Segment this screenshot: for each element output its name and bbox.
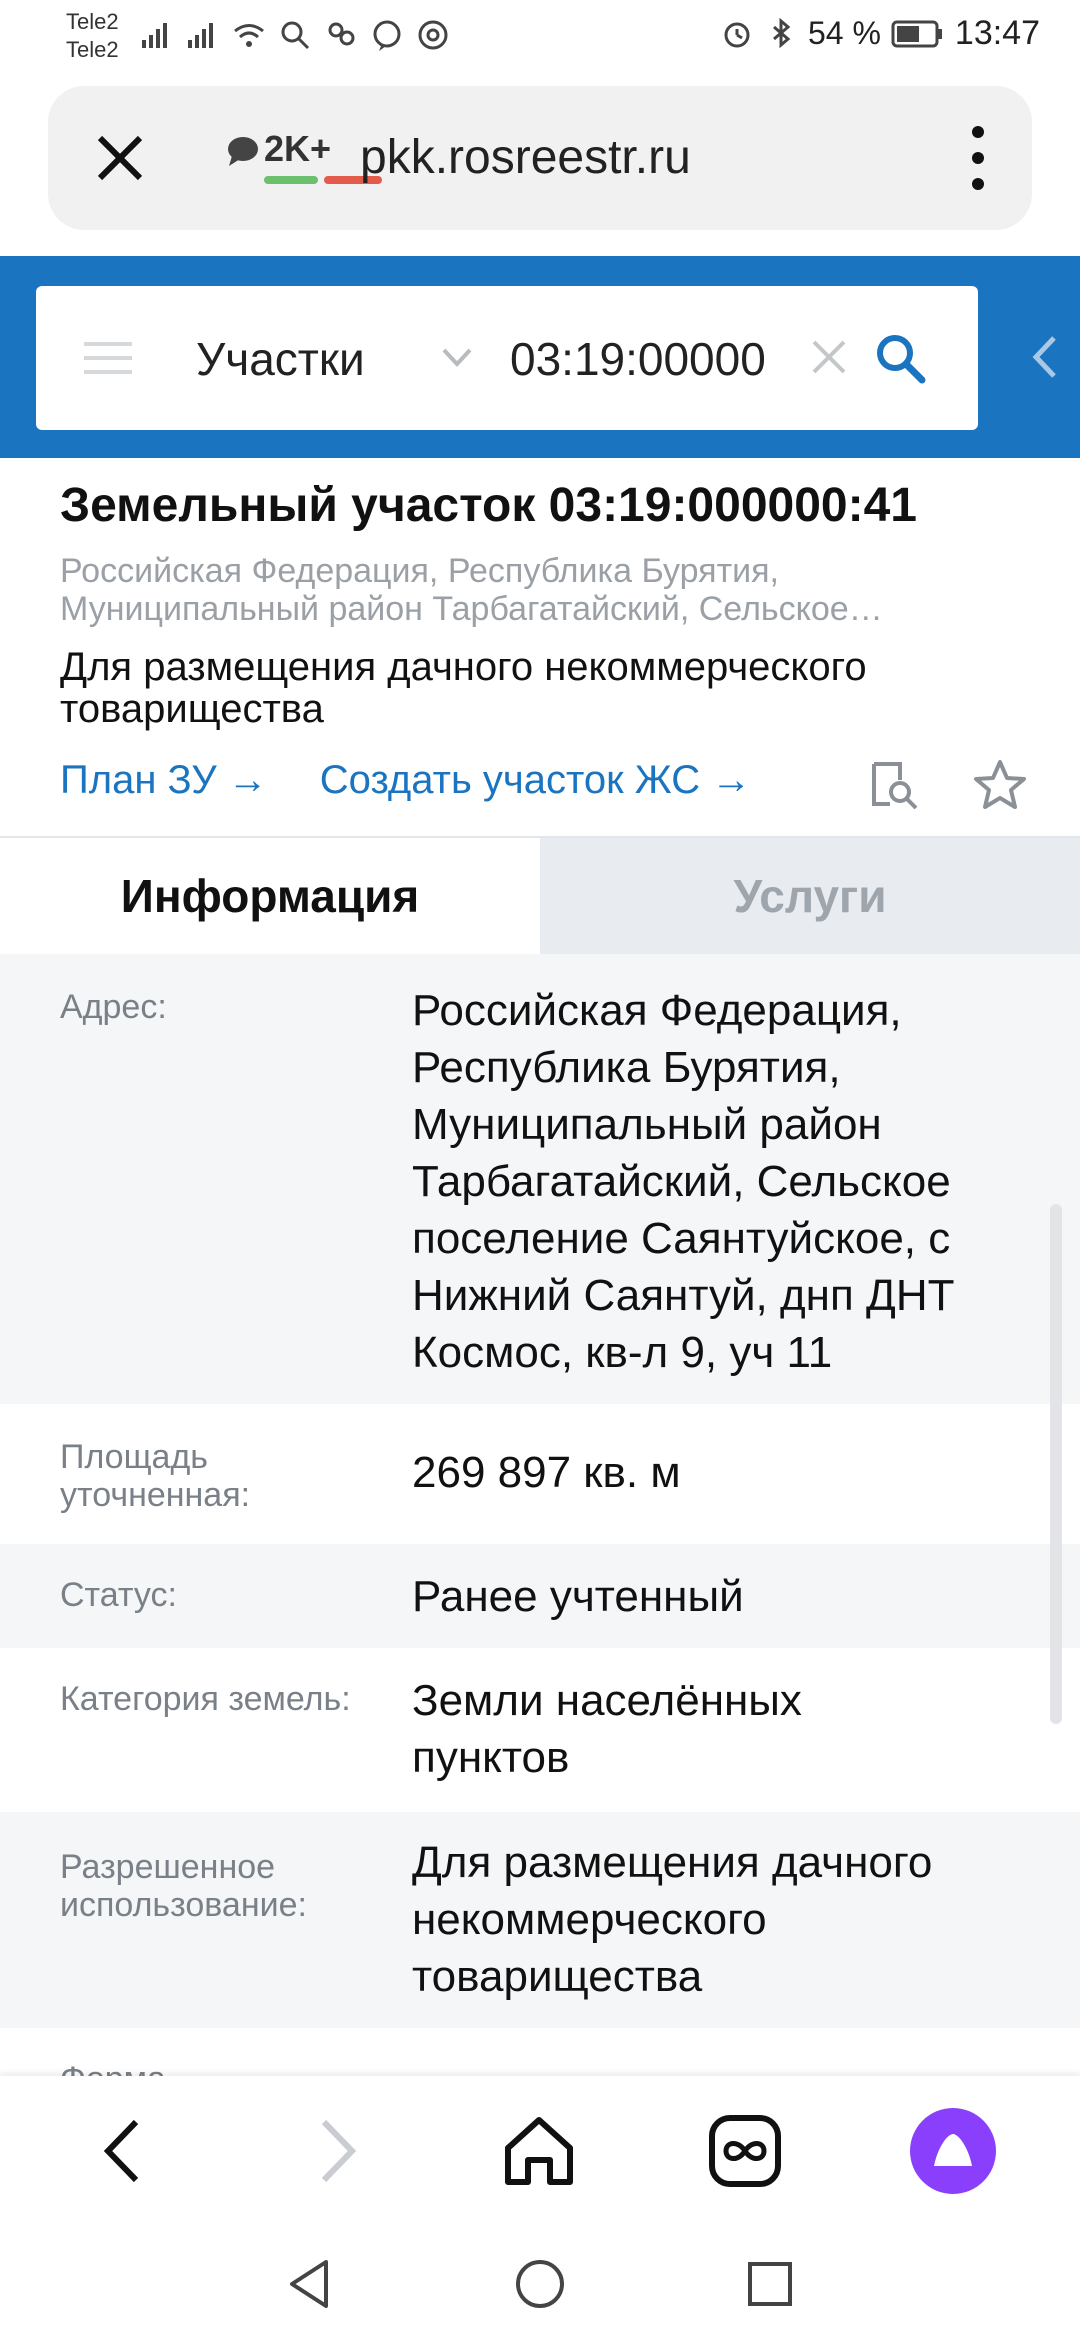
row-label: Адрес: [60, 988, 167, 1026]
chevron-down-icon[interactable] [440, 346, 474, 370]
assistant-icon [934, 2134, 972, 2166]
notification-icons [140, 18, 450, 52]
back-icon[interactable] [80, 2106, 170, 2196]
badge-bar-positive [264, 176, 318, 184]
info-row-status: Статус: Ранее учтенный [0, 1544, 1080, 1648]
row-value: Для размещения дачного некоммерческого т… [412, 1838, 933, 2001]
search-header: Участки 03:19:00000( [0, 256, 1080, 458]
badge-count: 2K+ [264, 128, 332, 169]
tab-bar: Информация Услуги [0, 836, 1080, 954]
battery-icon [891, 20, 942, 47]
close-icon[interactable] [90, 128, 150, 188]
search-input[interactable]: 03:19:00000( [510, 332, 766, 386]
parcel-links: План ЗУ → Создать участок ЖС → [60, 758, 751, 803]
clock: 13:47 [954, 14, 1040, 52]
row-value: 269 897 кв. м [412, 1448, 681, 1497]
info-row-address: Адрес: Российская Федерация, Республика … [0, 954, 1080, 1404]
signal-icon [142, 23, 167, 48]
bluetooth-icon [772, 17, 791, 48]
alice-assistant-button[interactable] [910, 2108, 996, 2194]
browser-toolbar [0, 2076, 1080, 2226]
star-icon[interactable] [972, 758, 1028, 814]
chevron-left-icon[interactable] [1030, 334, 1060, 380]
search-box: Участки 03:19:00000( [36, 286, 978, 430]
parcel-purpose: Для размещения дачного некоммерческого т… [60, 645, 867, 731]
wifi-icon [234, 24, 264, 47]
viber-icon [373, 20, 401, 51]
info-row-area: Площадь уточненная: 269 897 кв. м [0, 1404, 1080, 1544]
forward-icon[interactable] [290, 2106, 380, 2196]
row-label: Статус: [60, 1576, 177, 1614]
home-icon[interactable] [494, 2106, 584, 2196]
parcel-title: Земельный участок 03:19:000000:41 [60, 479, 917, 532]
info-row-permitted-use: Разрешенное использование: Для размещени… [0, 1812, 1080, 2028]
carrier-labels: Tele2 Tele2 [66, 8, 119, 64]
nav-home-icon[interactable] [512, 2256, 568, 2312]
parcel-actions [866, 758, 1028, 814]
row-label: Категория земель: [60, 1680, 351, 1718]
more-vert-icon[interactable] [966, 122, 990, 194]
row-label-cutoff: Форма [60, 2060, 166, 2076]
tab-information[interactable]: Информация [0, 838, 540, 954]
status-bar: Tele2 Tele2 54 % 13:47 [0, 0, 1080, 80]
plan-link[interactable]: План ЗУ → [60, 758, 268, 803]
battery-percent: 54 % [807, 15, 881, 51]
row-label: Разрешенное использование: [60, 1848, 307, 1924]
url-text[interactable]: pkk.rosreestr.ru [360, 130, 691, 185]
search-icon[interactable] [872, 330, 928, 386]
row-label: Площадь уточненная: [60, 1438, 251, 1514]
document-search-icon[interactable] [866, 758, 922, 814]
info-list: Адрес: Российская Федерация, Республика … [0, 954, 1080, 2028]
tabs-icon[interactable] [700, 2106, 790, 2196]
comments-badge[interactable]: 2K+ [216, 126, 382, 196]
info-row-category: Категория земель: Земли населённых пункт… [0, 1648, 1080, 1812]
row-value: Земли населённых пунктов [412, 1676, 802, 1782]
browser-address-bar[interactable]: 2K+ pkk.rosreestr.ru [48, 86, 1032, 230]
menu-icon[interactable] [84, 338, 132, 378]
nav-recents-icon[interactable] [742, 2256, 798, 2312]
row-value: Российская Федерация, Республика Бурятия… [412, 986, 955, 1377]
at-icon [418, 20, 448, 50]
create-parcel-link[interactable]: Создать участок ЖС → [320, 758, 751, 803]
carrier-1: Tele2 [66, 9, 119, 34]
alarm-icon [724, 22, 750, 47]
clear-icon[interactable] [810, 338, 848, 376]
tab-services[interactable]: Услуги [540, 838, 1080, 954]
system-icons: 54 % 13:47 [720, 14, 1040, 53]
category-select[interactable]: Участки [196, 332, 365, 386]
carrier-2: Tele2 [66, 37, 119, 62]
search-notify-icon [281, 21, 310, 50]
nav-back-icon[interactable] [282, 2256, 338, 2312]
group-icon [328, 22, 355, 46]
system-nav-bar [0, 2226, 1080, 2340]
chat-bubble-icon [228, 137, 258, 166]
row-value: Ранее учтенный [412, 1572, 744, 1621]
signal-2-icon [188, 23, 213, 48]
scrollbar[interactable] [1050, 1204, 1062, 1724]
parcel-address-short: Российская Федерация, Республика Бурятия… [60, 552, 883, 628]
